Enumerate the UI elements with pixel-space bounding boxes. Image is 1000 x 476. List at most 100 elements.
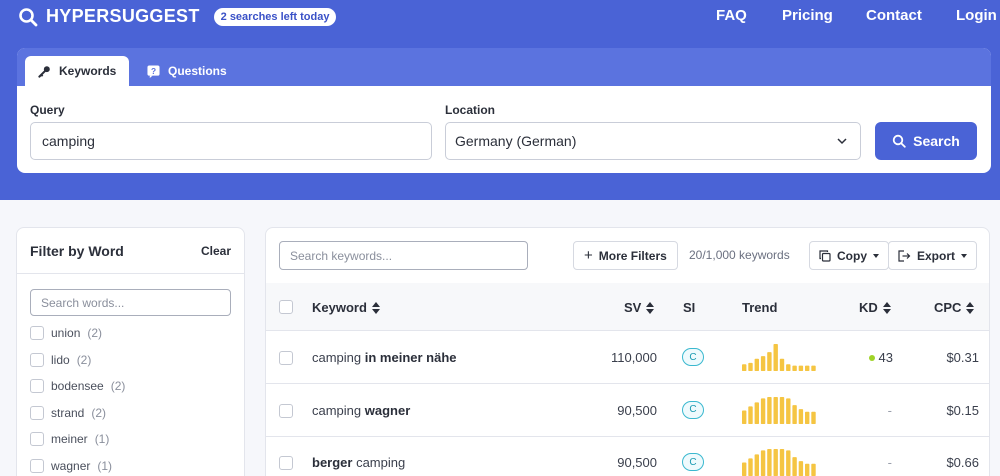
nav-contact-link[interactable]: Contact <box>866 7 922 24</box>
tab-questions[interactable]: ? Questions <box>134 56 240 86</box>
kd-value: - <box>887 455 892 470</box>
table-row[interactable]: camping in meiner nähe 110,000 C 43 $0.31 <box>266 332 989 384</box>
table-row[interactable]: camping wagner 90,500 C - $0.15 <box>266 385 989 437</box>
keyword-count: 20/1,000 keywords <box>689 248 790 262</box>
word-label: lido <box>51 352 70 367</box>
trend-bar <box>811 411 816 424</box>
word-checkbox[interactable] <box>30 379 44 393</box>
word-search-input[interactable]: Search words... <box>30 289 231 316</box>
word-filter-item[interactable]: lido (2) <box>30 351 91 369</box>
trend-bar <box>798 408 804 424</box>
word-count: (2) <box>76 352 92 367</box>
trend-bar <box>805 463 810 476</box>
word-label: strand <box>51 405 85 420</box>
trend-sparkline <box>742 344 816 371</box>
trend-bar <box>748 405 753 424</box>
keyword-search-input[interactable]: Search keywords... <box>279 241 528 270</box>
word-filter-item[interactable]: meiner (1) <box>30 430 109 448</box>
word-count: (2) <box>91 405 107 420</box>
trend-bar <box>798 365 804 371</box>
trend-bar <box>779 358 785 371</box>
row-checkbox[interactable] <box>279 456 293 470</box>
trend-sparkline <box>742 449 816 476</box>
kd-indicator-dot <box>868 354 875 361</box>
plus-icon: + <box>584 247 593 264</box>
search-card: Keywords ? Questions Query camping Locat… <box>17 48 991 173</box>
word-filter-item[interactable]: wagner (1) <box>30 457 112 475</box>
search-icon <box>892 134 906 148</box>
col-kd-header[interactable]: KD <box>859 300 891 315</box>
sort-icon <box>371 301 380 314</box>
table-row[interactable]: berger camping 90,500 C - $0.66 <box>266 437 989 476</box>
col-cpc-header[interactable]: CPC <box>934 300 975 315</box>
keyword-cell[interactable]: berger camping <box>312 455 405 470</box>
trend-bar <box>805 411 810 424</box>
trend-bar <box>811 463 816 476</box>
chevron-down-icon <box>837 138 847 145</box>
word-filter-item[interactable]: strand (2) <box>30 404 106 422</box>
row-checkbox[interactable] <box>279 403 293 418</box>
trend-sparkline <box>742 396 816 424</box>
word-checkbox[interactable] <box>30 432 44 446</box>
row-checkbox[interactable] <box>279 351 293 365</box>
trend-bar <box>748 362 753 371</box>
keyword-plain: camping <box>352 455 406 470</box>
trend-bar <box>742 364 747 371</box>
search-button[interactable]: Search <box>875 122 977 160</box>
word-checkbox[interactable] <box>30 458 44 473</box>
location-value: Germany (German) <box>455 133 577 149</box>
nav-pricing-link[interactable]: Pricing <box>782 7 833 24</box>
nav-faq-link[interactable]: FAQ <box>716 7 747 24</box>
copy-button[interactable]: Copy <box>809 241 889 270</box>
trend-bar <box>773 449 778 476</box>
select-all-checkbox[interactable] <box>279 300 293 314</box>
question-icon: ? <box>147 64 160 78</box>
clear-filter-button[interactable]: Clear <box>201 244 231 258</box>
keyword-cell[interactable]: camping wagner <box>312 403 410 418</box>
trend-bar <box>811 365 816 371</box>
trend-bar <box>742 410 747 424</box>
sidebar-title: Filter by Word <box>30 243 124 259</box>
copy-icon <box>819 249 831 262</box>
word-filter-item[interactable]: union (2) <box>30 324 102 342</box>
col-sv-label: SV <box>624 300 642 315</box>
nav-login-link[interactable]: Login <box>956 7 997 24</box>
keyword-table-panel: Search keywords... + More Filters 20/1,0… <box>265 227 990 476</box>
trend-bar <box>760 397 766 424</box>
sort-icon <box>966 301 975 314</box>
trend-bar <box>760 450 766 476</box>
trend-bar <box>792 365 797 371</box>
tab-keywords[interactable]: Keywords <box>25 56 130 86</box>
svg-text:?: ? <box>151 65 156 75</box>
word-checkbox[interactable] <box>30 352 44 367</box>
word-checkbox[interactable] <box>30 405 44 420</box>
location-select[interactable]: Germany (German) <box>445 122 861 160</box>
trend-bar <box>742 462 747 476</box>
brand-logo[interactable]: HYPERSUGGEST 2 searches left today <box>18 6 337 27</box>
brand-name: HYPERSUGGEST <box>46 6 200 26</box>
col-trend-header: Trend <box>742 300 777 315</box>
trend-bar <box>786 397 791 424</box>
sidebar-header: Filter by Word Clear <box>17 228 244 274</box>
tab-questions-label: Questions <box>168 64 227 78</box>
keyword-cell[interactable]: camping in meiner nähe <box>312 350 457 365</box>
keyword-bold: in meiner nähe <box>364 350 457 365</box>
keyword-bold: wagner <box>364 402 411 418</box>
query-input[interactable]: camping <box>30 122 432 160</box>
word-filter-item[interactable]: bodensee (2) <box>30 377 125 395</box>
col-sv-header[interactable]: SV <box>624 300 655 315</box>
trend-bar <box>805 365 810 371</box>
more-filters-button[interactable]: + More Filters <box>573 241 678 270</box>
cpc-value: $0.31 <box>946 350 979 365</box>
export-button[interactable]: Export <box>888 241 978 270</box>
trend-bar <box>754 454 759 476</box>
search-tabs: Keywords ? Questions <box>17 48 991 86</box>
col-keyword-header[interactable]: Keyword <box>312 300 380 315</box>
trend-bar <box>779 449 785 476</box>
trend-bar <box>798 461 804 476</box>
keyword-plain: camping <box>312 402 365 418</box>
table-header: Keyword SV SI Trend KD CPC <box>266 283 989 331</box>
word-checkbox[interactable] <box>30 326 44 340</box>
trend-bar <box>767 352 772 371</box>
trend-bar <box>786 364 791 371</box>
